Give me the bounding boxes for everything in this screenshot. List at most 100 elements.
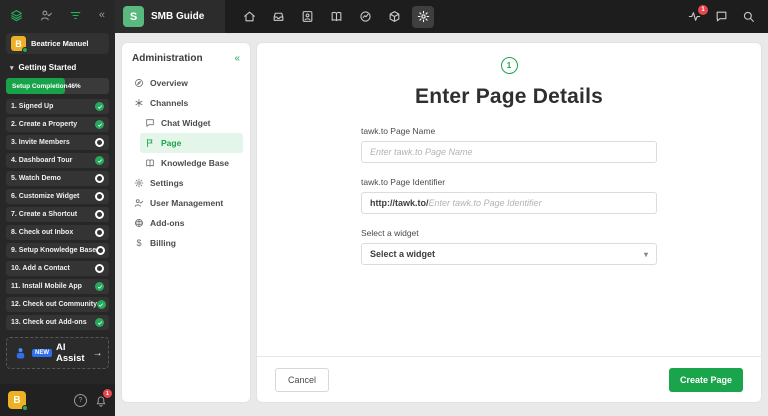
- cancel-button[interactable]: Cancel: [275, 367, 330, 392]
- online-status-dot: [22, 47, 28, 53]
- checklist-item[interactable]: 1. Signed Up: [6, 99, 109, 114]
- nav-home[interactable]: [238, 6, 260, 28]
- checklist-item[interactable]: 3. Invite Members: [6, 135, 109, 150]
- property-logo: S: [123, 6, 144, 27]
- admin-panel-title: Administration: [132, 53, 203, 64]
- person-check-icon: [134, 198, 144, 208]
- page-title: Enter Page Details: [414, 85, 603, 108]
- nav-inbox[interactable]: [267, 6, 289, 28]
- progress-fill: Setup Completion: [6, 78, 68, 94]
- page-details-card: 1 Enter Page Details tawk.to Page Name t…: [256, 42, 762, 403]
- checklist-item[interactable]: 13. Check out Add-ons: [6, 315, 109, 330]
- checklist-item[interactable]: 7. Create a Shortcut: [6, 207, 109, 222]
- chevron-down-icon: ▾: [643, 249, 648, 259]
- cube-icon: [388, 10, 401, 23]
- admin-item-user-management[interactable]: User Management: [129, 193, 243, 213]
- sidebar-top-icons: «: [0, 0, 115, 30]
- page-identifier-field: tawk.to Page Identifier http://tawk.to/: [361, 177, 657, 214]
- nav-addons[interactable]: [383, 6, 405, 28]
- checklist-item[interactable]: 5. Watch Demo: [6, 171, 109, 186]
- page-identifier-input[interactable]: [428, 198, 648, 208]
- chat-bubble-icon: [145, 118, 155, 128]
- asterisk-icon: [134, 98, 144, 108]
- current-user-row[interactable]: B Beatrice Manuel: [6, 33, 109, 54]
- widget-label: Select a widget: [361, 228, 419, 238]
- ai-assist-banner[interactable]: NEW AI Assist →: [6, 337, 109, 369]
- panel-collapse-icon[interactable]: «: [234, 53, 240, 64]
- progress-label: Setup Completion: [12, 82, 68, 90]
- ai-assist-label: AI Assist: [56, 342, 85, 364]
- sidebar-footer: B ? 1: [0, 384, 115, 416]
- admin-item-addons[interactable]: Add-ons: [129, 213, 243, 233]
- progress-percent: 46%: [67, 82, 81, 90]
- caret-down-icon: ▾: [10, 64, 14, 72]
- nav-administration[interactable]: [412, 5, 434, 28]
- check-status-icon: [95, 192, 104, 201]
- notification-count-badge: 1: [698, 5, 708, 15]
- administration-panel: Administration « Overview Channels Chat …: [121, 42, 251, 403]
- top-navigation-bar: S SMB Guide 1: [115, 0, 768, 33]
- check-status-icon: [95, 228, 104, 237]
- chat-messages-icon[interactable]: [715, 10, 728, 23]
- admin-item-channels[interactable]: Channels: [129, 93, 243, 113]
- inbox-icon: [272, 10, 285, 23]
- new-badge: NEW: [32, 349, 52, 357]
- sidebar-collapse-icon[interactable]: «: [99, 9, 105, 21]
- agents-person-check-icon[interactable]: [40, 9, 53, 22]
- online-status-dot: [22, 405, 28, 411]
- url-prefix: http://tawk.to/: [370, 198, 429, 208]
- check-status-icon: [95, 102, 104, 111]
- notifications-bell-icon[interactable]: 1: [95, 389, 112, 407]
- checklist-item[interactable]: 10. Add a Contact: [6, 261, 109, 276]
- admin-item-knowledge-base[interactable]: Knowledge Base: [140, 153, 243, 173]
- checklist-item[interactable]: 12. Check out Community: [6, 297, 109, 312]
- admin-item-billing[interactable]: $ Billing: [129, 233, 243, 253]
- bell-badge: 1: [103, 389, 112, 398]
- admin-item-page[interactable]: Page: [140, 133, 243, 153]
- search-icon[interactable]: [742, 10, 755, 23]
- gear-icon: [134, 178, 144, 188]
- globe-icon: [134, 218, 144, 228]
- nav-contacts[interactable]: [296, 6, 318, 28]
- flag-icon: [145, 138, 155, 148]
- compass-icon: [134, 78, 144, 88]
- book-icon: [145, 158, 155, 168]
- check-status-icon: [95, 318, 104, 327]
- check-status-icon: [95, 210, 104, 219]
- activity-pulse-icon[interactable]: 1: [688, 5, 708, 23]
- form-footer: Cancel Create Page: [257, 356, 761, 402]
- nav-monitoring[interactable]: [354, 6, 376, 28]
- check-status-icon: [95, 156, 104, 165]
- check-status-icon: [96, 300, 106, 309]
- check-status-icon: [95, 264, 104, 273]
- filter-icon[interactable]: [69, 9, 82, 22]
- page-details-form: tawk.to Page Name tawk.to Page Identifie…: [361, 126, 657, 265]
- check-status-icon: [96, 246, 106, 255]
- property-layers-icon[interactable]: [10, 9, 23, 22]
- admin-item-settings[interactable]: Settings: [129, 173, 243, 193]
- help-icon[interactable]: ?: [74, 393, 87, 407]
- admin-item-chat-widget[interactable]: Chat Widget: [140, 113, 243, 133]
- page-name-input[interactable]: [370, 147, 648, 157]
- getting-started-header[interactable]: ▾ Getting Started: [0, 54, 115, 77]
- main-nav: [238, 5, 434, 28]
- checklist-item[interactable]: 9. Setup Knowledge Base: [6, 243, 109, 258]
- checklist-item[interactable]: 6. Customize Widget: [6, 189, 109, 204]
- widget-select[interactable]: Select a widget ▾: [361, 243, 657, 265]
- dollar-icon: $: [136, 238, 142, 248]
- nav-knowledge-base[interactable]: [325, 6, 347, 28]
- check-status-icon: [95, 174, 104, 183]
- step-indicator: 1: [500, 57, 518, 74]
- footer-avatar[interactable]: B: [8, 391, 28, 411]
- checklist-item[interactable]: 4. Dashboard Tour: [6, 153, 109, 168]
- checklist-item[interactable]: 2. Create a Property: [6, 117, 109, 132]
- gear-icon: [417, 10, 430, 23]
- topbar-right-icons: 1: [688, 5, 768, 23]
- user-name: Beatrice Manuel: [31, 39, 89, 48]
- admin-item-overview[interactable]: Overview: [129, 73, 243, 93]
- checklist-item[interactable]: 8. Check out Inbox: [6, 225, 109, 240]
- property-switcher[interactable]: S SMB Guide: [115, 0, 225, 33]
- checklist-item[interactable]: 11. Install Mobile App: [6, 279, 109, 294]
- left-sidebar: « B Beatrice Manuel ▾ Getting Started Se…: [0, 0, 115, 416]
- create-page-button[interactable]: Create Page: [668, 367, 743, 392]
